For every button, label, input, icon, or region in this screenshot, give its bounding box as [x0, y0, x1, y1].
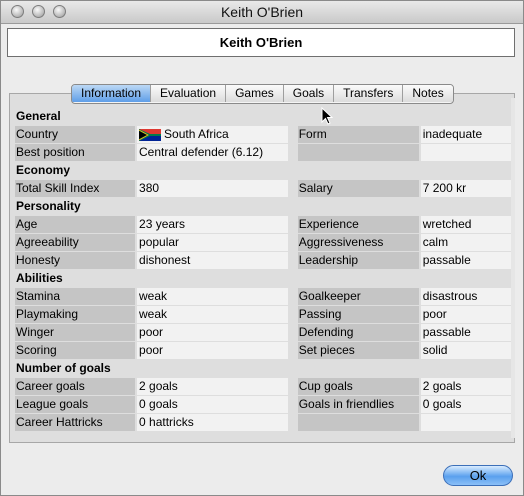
scoring-label: Scoring — [15, 342, 136, 359]
age-label: Age — [15, 216, 136, 233]
tab-transfers[interactable]: Transfers — [334, 85, 404, 102]
friendly-goals-value: 0 goals — [420, 396, 512, 413]
tab-evaluation[interactable]: Evaluation — [151, 85, 227, 102]
aggressiveness-value: calm — [420, 234, 512, 251]
table-row: Scoring poor Set pieces solid — [15, 342, 512, 359]
table-row: Agreeability popular Aggressiveness calm — [15, 234, 512, 251]
friendly-goals-label: Goals in friendlies — [297, 396, 419, 413]
tsi-value: 380 — [137, 180, 288, 197]
table-row: Country South Africa Form inadequate — [15, 126, 512, 143]
career-goals-value: 2 goals — [137, 378, 288, 395]
country-value: South Africa — [137, 126, 288, 143]
goalkeeper-label: Goalkeeper — [297, 288, 419, 305]
table-row: League goals 0 goals Goals in friendlies… — [15, 396, 512, 413]
hattricks-value: 0 hattricks — [137, 414, 288, 431]
honesty-value: dishonest — [137, 252, 288, 269]
cup-goals-label: Cup goals — [297, 378, 419, 395]
form-value: inadequate — [420, 126, 512, 143]
defending-value: passable — [420, 324, 512, 341]
set-pieces-value: solid — [420, 342, 512, 359]
empty-label — [297, 144, 419, 161]
playmaking-value: weak — [137, 306, 288, 323]
passing-label: Passing — [297, 306, 419, 323]
experience-value: wretched — [420, 216, 512, 233]
experience-label: Experience — [297, 216, 419, 233]
empty-value — [420, 414, 512, 431]
position-label: Best position — [15, 144, 136, 161]
table-row: Playmaking weak Passing poor — [15, 306, 512, 323]
table-row: Winger poor Defending passable — [15, 324, 512, 341]
country-name: South Africa — [164, 127, 229, 141]
leadership-label: Leadership — [297, 252, 419, 269]
ok-button[interactable]: Ok — [443, 465, 513, 486]
salary-label: Salary — [297, 180, 419, 197]
defending-label: Defending — [297, 324, 419, 341]
section-abilities: Abilities — [16, 271, 63, 285]
age-value: 23 years — [137, 216, 288, 233]
table-row: Total Skill Index 380 Salary 7 200 kr — [15, 180, 512, 197]
goalkeeper-value: disastrous — [420, 288, 512, 305]
table-row: Career Hattricks 0 hattricks — [15, 414, 512, 431]
career-goals-label: Career goals — [15, 378, 136, 395]
position-value: Central defender (6.12) — [137, 144, 288, 161]
tsi-label: Total Skill Index — [15, 180, 136, 197]
set-pieces-label: Set pieces — [297, 342, 419, 359]
empty-label — [297, 414, 419, 431]
section-personality: Personality — [16, 199, 81, 213]
form-label: Form — [297, 126, 419, 143]
table-row: Stamina weak Goalkeeper disastrous — [15, 288, 512, 305]
agreeability-label: Agreeability — [15, 234, 136, 251]
aggressiveness-label: Aggressiveness — [297, 234, 419, 251]
player-name-field: Keith O'Brien — [7, 28, 515, 57]
section-general: General — [16, 109, 61, 123]
section-economy: Economy — [16, 163, 71, 177]
table-row: Career goals 2 goals Cup goals 2 goals — [15, 378, 512, 395]
tab-goals[interactable]: Goals — [283, 85, 335, 102]
playmaking-label: Playmaking — [15, 306, 136, 323]
south-africa-flag-icon — [139, 128, 162, 141]
table-row: Honesty dishonest Leadership passable — [15, 252, 512, 269]
stamina-label: Stamina — [15, 288, 136, 305]
section-goals: Number of goals — [16, 361, 111, 375]
winger-label: Winger — [15, 324, 136, 341]
table-row: Best position Central defender (6.12) — [15, 144, 512, 161]
window-title: Keith O'Brien — [220, 4, 304, 20]
winger-value: poor — [137, 324, 288, 341]
passing-value: poor — [420, 306, 512, 323]
stamina-value: weak — [137, 288, 288, 305]
hattricks-label: Career Hattricks — [15, 414, 136, 431]
cup-goals-value: 2 goals — [420, 378, 512, 395]
leadership-value: passable — [420, 252, 512, 269]
honesty-label: Honesty — [15, 252, 136, 269]
agreeability-value: popular — [137, 234, 288, 251]
salary-value: 7 200 kr — [420, 180, 512, 197]
league-goals-label: League goals — [15, 396, 136, 413]
tab-bar: Information Evaluation Games Goals Trans… — [71, 84, 454, 104]
tab-games[interactable]: Games — [226, 85, 284, 102]
tab-notes[interactable]: Notes — [403, 85, 453, 102]
league-goals-value: 0 goals — [137, 396, 288, 413]
country-label: Country — [15, 126, 136, 143]
tab-information[interactable]: Information — [72, 85, 152, 102]
scrollbar[interactable] — [511, 98, 515, 438]
scoring-value: poor — [137, 342, 288, 359]
mouse-cursor-icon — [321, 107, 333, 125]
title-bar[interactable]: Keith O'Brien — [1, 1, 523, 24]
table-row: Age 23 years Experience wretched — [15, 216, 512, 233]
info-table: General Country South Africa Form inadeq… — [15, 107, 512, 431]
player-window: Keith O'Brien Keith O'Brien Information … — [0, 0, 524, 496]
empty-value — [420, 144, 512, 161]
